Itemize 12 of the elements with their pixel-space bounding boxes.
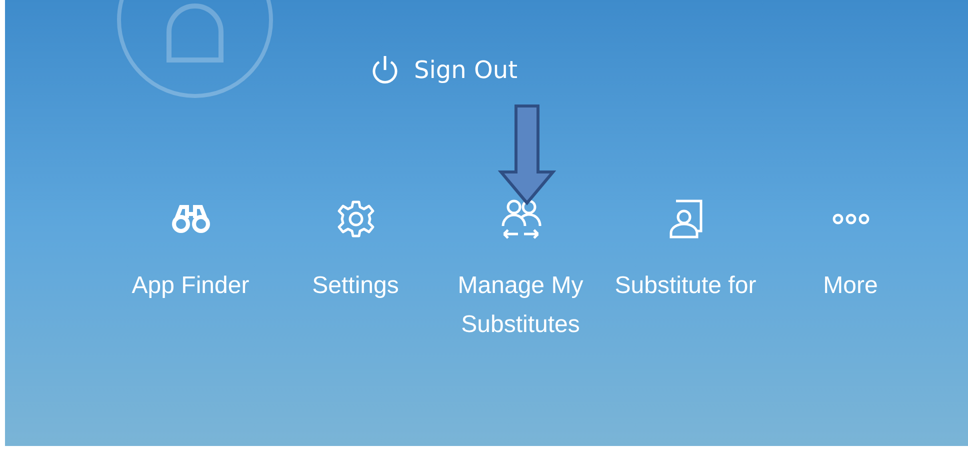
sign-out-button[interactable]: Sign Out	[370, 52, 518, 88]
action-tile[interactable]: Substitute for	[603, 196, 768, 344]
person-frame-icon	[668, 199, 704, 239]
action-tile[interactable]: More	[768, 196, 933, 344]
action-tile[interactable]: App Finder	[108, 196, 273, 344]
power-icon	[370, 54, 400, 86]
action-tile[interactable]: Manage My Substitutes	[438, 196, 603, 344]
binoculars-icon	[170, 204, 210, 234]
settings-icon	[336, 199, 376, 239]
people-exchange-icon	[500, 198, 542, 240]
action-tile[interactable]: Settings	[273, 196, 438, 344]
more-icon	[830, 212, 870, 226]
